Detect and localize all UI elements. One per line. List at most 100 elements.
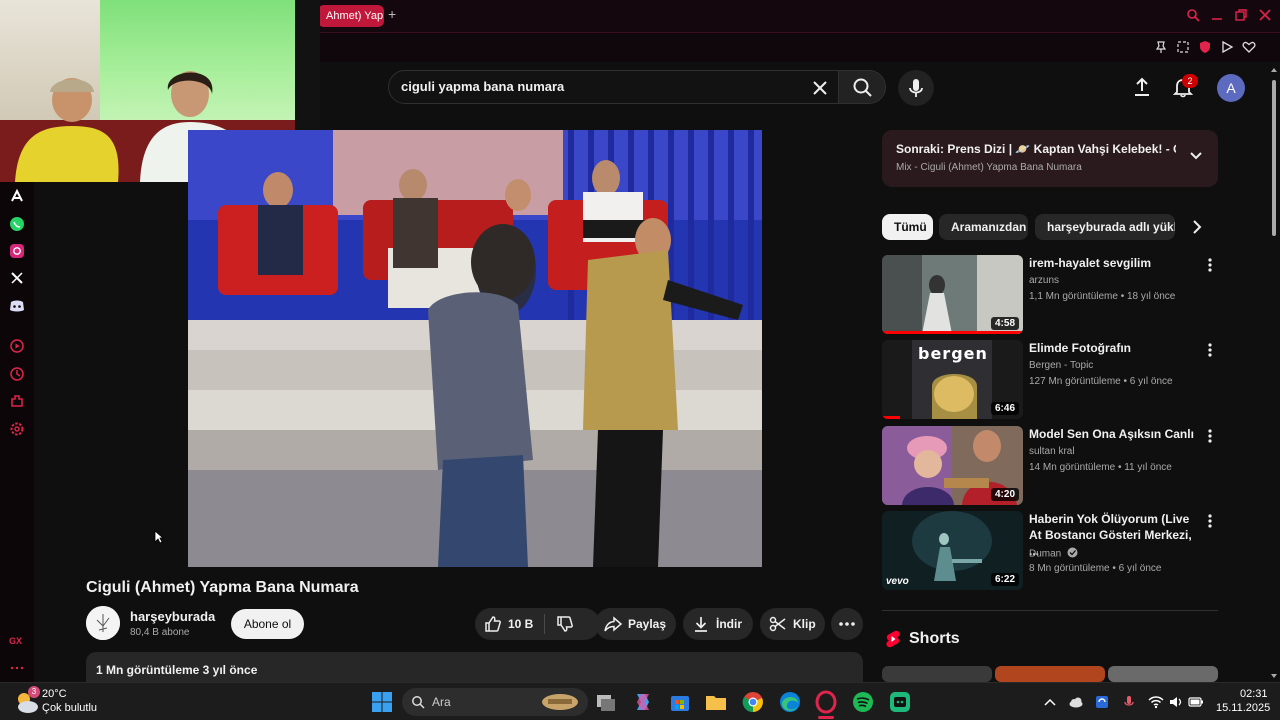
opera-gx-icon[interactable] bbox=[814, 690, 838, 719]
channel-label: Duman bbox=[1029, 548, 1062, 560]
history-icon[interactable] bbox=[9, 366, 25, 382]
store-icon[interactable] bbox=[668, 690, 692, 714]
share-label: Paylaş bbox=[628, 617, 667, 631]
taskbar-search[interactable]: Ara bbox=[402, 688, 588, 716]
more-vertical-icon[interactable] bbox=[1204, 342, 1216, 358]
instagram-icon[interactable] bbox=[9, 243, 25, 259]
next-up-panel[interactable]: Sonraki: Prens Dizi | 🪐 Kaptan Vahşi Kel… bbox=[882, 130, 1218, 187]
clear-search-icon[interactable] bbox=[811, 75, 829, 107]
watch-progress-bar bbox=[882, 331, 1023, 334]
video-frame bbox=[188, 130, 762, 567]
microphone-icon bbox=[909, 79, 923, 97]
edge-icon[interactable] bbox=[778, 690, 802, 714]
recommendation-item[interactable]: 4:58 irem-hayalet sevgilim arzuns 1,1 Mn… bbox=[882, 255, 1222, 335]
voice-search-button[interactable] bbox=[898, 70, 934, 106]
aria-ai-icon[interactable] bbox=[9, 188, 25, 204]
play-icon[interactable] bbox=[1220, 40, 1234, 54]
wifi-icon[interactable] bbox=[1148, 694, 1164, 710]
search-button[interactable] bbox=[838, 70, 886, 104]
notification-count-badge: 2 bbox=[1182, 74, 1198, 88]
chip-all[interactable]: Tümü bbox=[882, 214, 933, 240]
x-twitter-icon[interactable] bbox=[9, 270, 25, 286]
screenshot-icon[interactable] bbox=[1176, 40, 1190, 54]
recommendation-title: Elimde Fotoğrafın bbox=[1029, 341, 1131, 355]
dislike-button[interactable] bbox=[555, 614, 575, 634]
browser-search-icon[interactable] bbox=[1186, 8, 1200, 22]
more-horizontal-icon bbox=[837, 614, 857, 634]
discord-taskbar-icon[interactable] bbox=[888, 690, 912, 714]
channel-avatar[interactable] bbox=[86, 606, 120, 640]
search-input[interactable]: ciguli yapma bana numara bbox=[388, 70, 840, 104]
scrollbar[interactable] bbox=[1270, 66, 1278, 682]
clip-label: Klip bbox=[793, 617, 816, 631]
clip-button[interactable]: Klip bbox=[760, 608, 825, 640]
recommendation-channel: arzuns bbox=[1029, 275, 1060, 286]
extensions-icon[interactable] bbox=[9, 393, 25, 409]
chevron-up-icon[interactable] bbox=[1042, 694, 1058, 710]
chevron-right-icon[interactable] bbox=[1188, 218, 1206, 236]
chip-from-search[interactable]: Aramanızdan bbox=[939, 214, 1028, 240]
video-title: Ciguli (Ahmet) Yapma Bana Numara bbox=[86, 579, 359, 596]
chip-uploader[interactable]: harşeyburada adlı yükleyen bbox=[1035, 214, 1175, 240]
recommendation-item[interactable]: vevo 6:22 Haberin Yok Ölüyorum (Live At … bbox=[882, 511, 1222, 591]
settings-gear-icon[interactable] bbox=[9, 421, 25, 437]
recommendation-meta: 127 Mn görüntüleme • 6 yıl önce bbox=[1029, 376, 1173, 387]
more-vertical-icon[interactable] bbox=[1204, 513, 1216, 529]
like-button[interactable] bbox=[483, 614, 503, 634]
weather-temperature[interactable]: 20°C bbox=[42, 688, 67, 700]
weather-description[interactable]: Çok bulutlu bbox=[42, 702, 97, 714]
minimize-icon[interactable] bbox=[1210, 8, 1224, 22]
like-dislike-group: 10 B bbox=[475, 608, 600, 640]
upload-icon[interactable] bbox=[1129, 74, 1155, 100]
windows-start-icon[interactable] bbox=[370, 690, 394, 714]
shield-icon[interactable] bbox=[1198, 40, 1212, 54]
restore-icon[interactable] bbox=[1234, 8, 1248, 22]
gx-logo-icon[interactable]: GX bbox=[8, 632, 26, 648]
file-explorer-icon[interactable] bbox=[704, 690, 728, 714]
player-icon[interactable] bbox=[9, 338, 25, 354]
recommendation-meta: 14 Mn görüntüleme • 11 yıl önce bbox=[1029, 462, 1172, 473]
volume-icon[interactable] bbox=[1168, 694, 1184, 710]
new-tab-button[interactable]: + bbox=[388, 6, 396, 22]
channel-name[interactable]: harşeyburada bbox=[130, 609, 215, 624]
chevron-down-icon[interactable] bbox=[1188, 148, 1204, 164]
video-thumbnail[interactable]: 4:20 bbox=[882, 426, 1023, 505]
subscribe-button[interactable]: Abone ol bbox=[231, 609, 304, 639]
whatsapp-icon[interactable] bbox=[9, 216, 25, 232]
browser-tab[interactable]: Ahmet) Yap bbox=[318, 5, 384, 27]
heart-icon[interactable] bbox=[1242, 40, 1256, 54]
video-thumbnail[interactable]: 4:58 bbox=[882, 255, 1023, 334]
shorts-icon bbox=[885, 630, 901, 648]
cloud-icon[interactable] bbox=[1068, 694, 1084, 710]
task-view-icon[interactable] bbox=[594, 690, 618, 714]
chrome-icon[interactable] bbox=[741, 690, 765, 714]
like-divider bbox=[544, 614, 545, 634]
discord-icon[interactable] bbox=[9, 298, 25, 314]
more-options-icon[interactable] bbox=[9, 660, 25, 676]
recommendation-item[interactable]: bergen 6:46 Elimde Fotoğrafın Bergen - T… bbox=[882, 340, 1222, 420]
video-thumbnail[interactable]: vevo 6:22 bbox=[882, 511, 1023, 590]
video-player[interactable] bbox=[188, 130, 762, 567]
clock-time[interactable]: 02:31 bbox=[1240, 688, 1268, 700]
copilot-icon[interactable] bbox=[631, 690, 655, 714]
share-button[interactable]: Paylaş bbox=[595, 608, 676, 640]
spotify-icon[interactable] bbox=[851, 690, 875, 714]
clock-date[interactable]: 15.11.2025 bbox=[1216, 702, 1270, 714]
battery-icon[interactable] bbox=[1188, 694, 1204, 710]
more-actions-button[interactable] bbox=[831, 608, 863, 640]
taskbar: 3 20°C Çok bulutlu Ara 02:31 15.11.2025 bbox=[0, 682, 1280, 720]
account-avatar[interactable]: A bbox=[1217, 74, 1245, 102]
more-vertical-icon[interactable] bbox=[1204, 257, 1216, 273]
sync-icon[interactable] bbox=[1094, 694, 1110, 710]
vevo-logo-text: vevo bbox=[886, 576, 909, 587]
more-vertical-icon[interactable] bbox=[1204, 428, 1216, 444]
close-icon[interactable] bbox=[1258, 8, 1272, 22]
recommendation-item[interactable]: 4:20 Model Sen Ona Aşıksın Canlı sultan … bbox=[882, 426, 1222, 506]
microphone-tray-icon[interactable] bbox=[1121, 694, 1137, 710]
download-button[interactable]: İndir bbox=[683, 608, 753, 640]
watch-progress-bar bbox=[882, 416, 900, 419]
recommendation-title: Model Sen Ona Aşıksın Canlı bbox=[1029, 427, 1194, 441]
video-thumbnail[interactable]: bergen 6:46 bbox=[882, 340, 1023, 419]
webcam-person-left bbox=[15, 78, 119, 182]
pin-icon[interactable] bbox=[1154, 40, 1168, 54]
